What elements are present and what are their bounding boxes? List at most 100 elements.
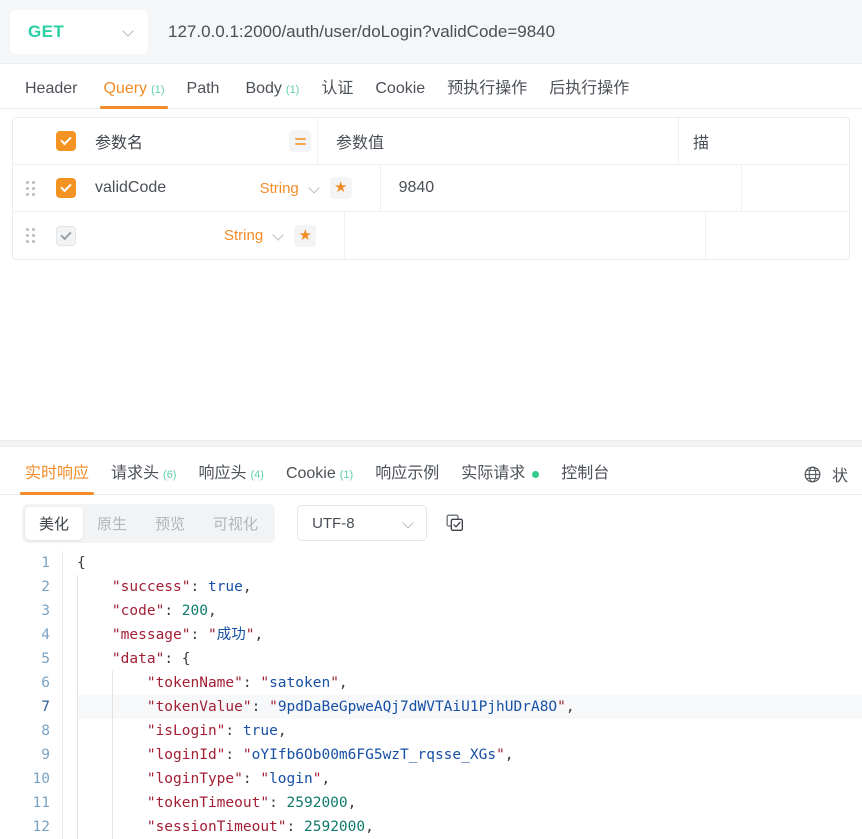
code-token: " (242, 747, 252, 763)
chevron-down-icon (309, 183, 320, 194)
code-line: "success": true, (77, 575, 862, 599)
code-token: , (565, 699, 575, 715)
table-row[interactable]: validCode String ★ 9840 (13, 164, 849, 212)
row-checkbox[interactable] (56, 225, 76, 246)
indent-guide (77, 743, 78, 767)
indent-guide (111, 695, 113, 719)
indent-guide (77, 719, 78, 743)
code-token: : (225, 723, 243, 739)
code-token: "code" (111, 603, 165, 619)
code-line: "isLogin": true, (77, 719, 862, 743)
tab-auth[interactable]: 认证 (310, 74, 364, 108)
code-token: "isLogin" (146, 723, 226, 739)
format-option-beautify[interactable]: 美化 (25, 506, 84, 540)
row-checkbox[interactable] (56, 178, 76, 198)
response-tab-cookie[interactable]: Cookie (1) (275, 465, 364, 494)
row-checkbox-cell (47, 178, 85, 198)
tab-label: Cookie (285, 465, 336, 482)
tab-path[interactable]: Path (176, 80, 235, 108)
required-toggle[interactable]: ★ (329, 177, 352, 199)
param-name-input[interactable]: validCode (85, 179, 260, 197)
response-tab-examples[interactable]: 响应示例 (364, 459, 450, 494)
code-token: oYIfb6Ob00m6FG5wzT_rqsse_XGs (251, 747, 497, 763)
indent-guide (77, 695, 78, 719)
tab-cookie[interactable]: Cookie (364, 80, 436, 108)
http-method-select[interactable]: GET (10, 9, 148, 54)
code-token: " (330, 675, 339, 691)
code-token: : (269, 795, 287, 811)
code-token: : (242, 771, 261, 787)
column-divider (344, 212, 345, 259)
code-token: "message" (111, 627, 191, 643)
code-token: 9pdDaBeGpweAQj7dWVTAiU1PjhUDrA8O (277, 699, 558, 715)
code-token: : { (164, 651, 191, 667)
select-all-checkbox[interactable] (56, 131, 76, 151)
response-format-toolbar: 美化 原生 预览 可视化 UTF-8 (0, 495, 862, 551)
param-type-select[interactable]: String ★ (224, 224, 344, 247)
code-token: , (347, 795, 357, 811)
line-number: 1 (41, 555, 50, 571)
response-tab-request-headers[interactable]: 请求头 (6) (100, 459, 187, 494)
param-value-input[interactable]: 9840 (381, 179, 741, 197)
indent-guide (77, 623, 78, 647)
format-segmented-control: 美化 原生 预览 可视化 (22, 503, 276, 543)
tab-query[interactable]: Query (1) (92, 80, 175, 109)
code-token: "tokenName" (146, 675, 243, 691)
param-type-select[interactable]: String ★ (260, 177, 380, 199)
format-option-visualize[interactable]: 可视化 (199, 507, 272, 540)
code-line: { (77, 551, 862, 575)
api-client-window: GET 127.0.0.1:2000/auth/user/doLogin?val… (0, 0, 862, 839)
required-toggle[interactable]: ★ (294, 224, 317, 247)
code-token: 200 (181, 603, 208, 619)
chevron-down-icon (123, 26, 134, 37)
copy-check-icon[interactable] (445, 513, 465, 533)
line-number: 3 (41, 603, 50, 619)
indent-guide (77, 767, 78, 791)
tab-label: 请求头 (111, 465, 160, 482)
tab-body[interactable]: Body (1) (234, 80, 310, 108)
tab-label: 预执行操作 (447, 80, 528, 97)
code-line: "message": "成功", (77, 623, 862, 647)
param-table: 参数名 参数值 描 validCode String ★ 9840 String… (12, 117, 850, 260)
line-number-gutter: 1 2 3 4 5 6 7 8 9 10 11 12 (0, 551, 62, 839)
code-token: , (254, 627, 264, 643)
chevron-down-icon (403, 518, 414, 529)
response-tabs: 实时响应 请求头 (6) 响应头 (4) Cookie (1) 响应示例 实际请… (0, 447, 862, 495)
code-token: : (190, 579, 208, 595)
format-option-raw[interactable]: 原生 (83, 507, 141, 540)
encoding-select[interactable]: UTF-8 (297, 505, 428, 541)
indent-guide (77, 575, 78, 599)
url-input[interactable]: 127.0.0.1:2000/auth/user/doLogin?validCo… (168, 22, 555, 42)
code-token: : (251, 699, 270, 715)
drag-handle-icon[interactable] (13, 180, 47, 196)
json-code-content[interactable]: { "success": true, "code": 200, "message… (62, 551, 862, 839)
tab-header[interactable]: Header (14, 80, 92, 108)
response-tab-actual-request[interactable]: 实际请求 (450, 459, 550, 494)
table-row[interactable]: String ★ (13, 212, 849, 259)
response-tab-live[interactable]: 实时响应 (14, 459, 100, 495)
panel-splitter[interactable] (0, 440, 862, 447)
response-body-editor[interactable]: 1 2 3 4 5 6 7 8 9 10 11 12 { "success": true, "code… (0, 551, 862, 839)
response-tab-console[interactable]: 控制台 (550, 459, 620, 494)
tab-label: Path (186, 80, 220, 97)
format-option-preview[interactable]: 预览 (141, 507, 199, 540)
param-type-label: String (224, 227, 264, 244)
code-token: , (321, 771, 331, 787)
tab-post-script[interactable]: 后执行操作 (538, 74, 640, 108)
tab-label: 后执行操作 (549, 80, 630, 97)
tab-pre-script[interactable]: 预执行操作 (436, 74, 538, 108)
code-line: "tokenValue": "9pdDaBeGpweAQj7dWVTAiU1Pj… (77, 695, 862, 719)
indent-guide (111, 815, 113, 839)
tab-label: 控制台 (561, 465, 610, 482)
col-header-desc: 描 (693, 135, 710, 152)
indent-guide (77, 647, 78, 671)
response-tab-response-headers[interactable]: 响应头 (4) (187, 459, 274, 494)
tab-label: 认证 (321, 80, 354, 97)
indent-guide (111, 719, 113, 743)
code-token: true (207, 579, 243, 595)
globe-icon[interactable] (803, 465, 822, 484)
drag-handle-icon[interactable] (13, 228, 47, 243)
col-header-value: 参数值 (336, 135, 385, 152)
code-token: "sessionTimeout" (146, 819, 287, 835)
